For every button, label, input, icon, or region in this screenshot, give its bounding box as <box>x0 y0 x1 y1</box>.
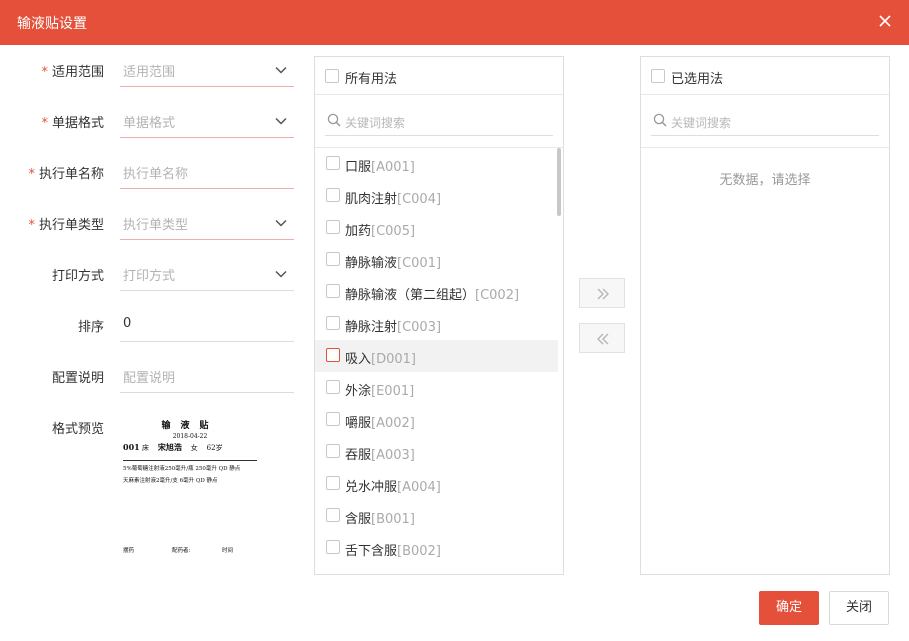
search-input[interactable]: 关键词搜索 <box>651 108 879 136</box>
item-checkbox[interactable] <box>326 156 340 170</box>
preview-drug-line: 5%葡萄糖注射液250毫升/瓶 250毫升 QD 静点 <box>123 466 241 472</box>
print-mode-select[interactable]: 打印方式 <box>120 257 294 291</box>
list-item[interactable]: 舌下含服[B002] <box>315 532 558 564</box>
double-chevron-left-icon <box>597 333 609 345</box>
preview-footer: 时间 <box>222 548 234 554</box>
empty-message: 无数据，请选择 <box>719 173 811 188</box>
scrollbar[interactable] <box>557 148 561 216</box>
item-checkbox[interactable] <box>326 508 340 522</box>
move-left-button[interactable] <box>579 323 625 353</box>
preview-rule <box>123 460 257 461</box>
search-icon <box>327 113 341 127</box>
panel-header-label: 已选用法 <box>671 72 724 87</box>
item-checkbox[interactable] <box>326 412 340 426</box>
infusion-label-settings-dialog: 输液贴设置 * 适用范围 适用范围 * 单据格式 单据格式 * 执行单名称 执行单名称… <box>0 0 909 641</box>
item-checkbox[interactable] <box>326 540 340 554</box>
item-checkbox[interactable] <box>326 188 340 202</box>
chevron-down-icon <box>275 219 287 227</box>
item-checkbox[interactable] <box>326 348 340 362</box>
item-checkbox[interactable] <box>326 444 340 458</box>
form-row-exec-type: * 执行单类型 执行单类型 <box>0 206 300 240</box>
list-item[interactable]: 吸入[D001] <box>315 340 558 372</box>
field-label: * 适用范围 <box>41 65 104 80</box>
close-icon[interactable] <box>875 11 895 31</box>
search-input[interactable]: 关键词搜索 <box>325 108 553 136</box>
preview-patient-line: 001 床 宋旭浩 女 62岁 <box>123 442 223 452</box>
all-usages-panel: 所有用法 关键词搜索 口服[A001] 肌肉注射[C004] 加药[C005] … <box>314 56 564 575</box>
panel-header-label: 所有用法 <box>345 72 398 87</box>
item-checkbox[interactable] <box>326 284 340 298</box>
preview-footer: 配药者: <box>172 548 191 554</box>
preview-title: 输液贴 <box>161 421 219 431</box>
dialog-titlebar: 输液贴设置 <box>0 0 909 45</box>
list-item[interactable]: 外涂[E001] <box>315 372 558 404</box>
panel-header: 已选用法 <box>641 57 889 95</box>
list-item[interactable]: 口服[A001] <box>315 148 558 180</box>
form-row-sort: 排序 0 <box>0 308 300 342</box>
chevron-down-icon <box>275 66 287 74</box>
form-row-scope: * 适用范围 适用范围 <box>0 53 300 87</box>
move-right-button[interactable] <box>579 278 625 308</box>
selected-usages-panel: 已选用法 关键词搜索 无数据，请选择 <box>640 56 890 575</box>
select-all-checkbox[interactable] <box>651 69 665 83</box>
preview-drug-line: 天麻素注射液2毫升/支 6毫升 QD 静点 <box>123 478 218 484</box>
list-item[interactable]: 静脉输液[C001] <box>315 244 558 276</box>
dialog-title: 输液贴设置 <box>17 16 87 32</box>
list-item[interactable]: 加药[C005] <box>315 212 558 244</box>
field-label: 配置说明 <box>51 371 104 386</box>
double-chevron-right-icon <box>597 288 609 300</box>
doc-format-select[interactable]: 单据格式 <box>120 104 294 138</box>
exec-name-input[interactable]: 执行单名称 <box>120 155 294 189</box>
list-item[interactable]: 兑水冲服[A004] <box>315 468 558 500</box>
config-note-input[interactable]: 配置说明 <box>120 359 294 393</box>
form-row-print-mode: 打印方式 打印方式 <box>0 257 300 291</box>
list-item[interactable]: 含服[B001] <box>315 500 558 532</box>
field-label: 格式预览 <box>51 422 104 437</box>
search-area: 关键词搜索 <box>325 95 553 145</box>
exec-type-select[interactable]: 执行单类型 <box>120 206 294 240</box>
preview-footer: 摆药 <box>123 548 135 554</box>
field-label: * 执行单名称 <box>28 167 104 182</box>
field-label: * 单据格式 <box>41 116 104 131</box>
panel-divider <box>641 147 889 148</box>
list-item[interactable]: 肌肉注射[C004] <box>315 180 558 212</box>
scope-select[interactable]: 适用范围 <box>120 53 294 87</box>
panel-header: 所有用法 <box>315 57 563 95</box>
item-checkbox[interactable] <box>326 380 340 394</box>
form-row-config-note: 配置说明 配置说明 <box>0 359 300 393</box>
item-checkbox[interactable] <box>326 476 340 490</box>
list-item[interactable]: 静脉输液（第二组起）[C002] <box>315 276 558 308</box>
field-label: * 执行单类型 <box>28 218 104 233</box>
field-label: 打印方式 <box>51 269 104 284</box>
confirm-button[interactable]: 确定 <box>759 591 819 625</box>
form-row-exec-name: * 执行单名称 执行单名称 <box>0 155 300 189</box>
select-all-checkbox[interactable] <box>325 69 339 83</box>
item-checkbox[interactable] <box>326 316 340 330</box>
search-icon <box>653 113 667 127</box>
form-row-doc-format: * 单据格式 单据格式 <box>0 104 300 138</box>
list-item[interactable]: 吞服[A003] <box>315 436 558 468</box>
close-button[interactable]: 关闭 <box>829 591 889 625</box>
preview-date: 2018-04-22 <box>172 433 208 440</box>
sort-input[interactable]: 0 <box>120 308 294 342</box>
chevron-down-icon <box>275 117 287 125</box>
item-checkbox[interactable] <box>326 252 340 266</box>
list-item[interactable]: 静脉注射[C003] <box>315 308 558 340</box>
usage-list: 口服[A001] 肌肉注射[C004] 加药[C005] 静脉输液[C001] … <box>315 148 563 574</box>
list-item[interactable]: 嚼服[A002] <box>315 404 558 436</box>
chevron-down-icon <box>275 270 287 278</box>
search-area: 关键词搜索 <box>651 95 879 145</box>
format-preview: 输液贴 2018-04-22 001 床 宋旭浩 女 62岁 5%葡萄糖注射液2… <box>120 410 260 560</box>
field-label: 排序 <box>77 320 104 335</box>
item-checkbox[interactable] <box>326 220 340 234</box>
